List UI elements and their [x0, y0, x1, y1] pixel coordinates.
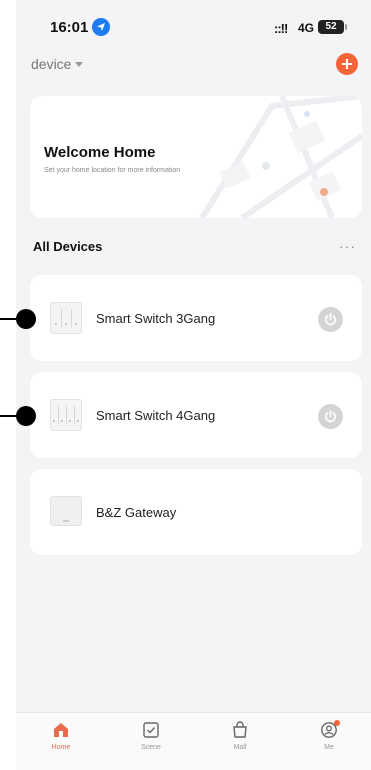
gateway-icon — [50, 496, 82, 526]
tab-mall[interactable]: Mall — [215, 721, 265, 751]
home-selector[interactable]: device — [31, 56, 84, 72]
welcome-card[interactable]: Welcome Home Set your home location for … — [30, 96, 362, 218]
tab-me[interactable]: Me — [304, 720, 354, 751]
scene-icon — [143, 722, 159, 738]
battery-icon: 52 — [318, 20, 347, 34]
shopping-bag-icon — [233, 721, 247, 738]
status-time: 16:01 — [50, 19, 89, 36]
device-card-smart-switch-3gang[interactable]: Smart Switch 3Gang — [30, 275, 362, 361]
switch-3gang-icon — [50, 302, 82, 334]
tab-home[interactable]: Home — [36, 721, 86, 751]
device-name: B&Z Gateway — [96, 505, 177, 520]
section-title: All Devices — [33, 239, 103, 254]
tab-label: Scene — [141, 744, 161, 751]
welcome-subtitle: Set your home location for more informat… — [44, 167, 181, 174]
switch-4gang-icon — [50, 399, 82, 431]
annotation-marker — [0, 406, 36, 426]
caret-down-icon — [75, 61, 84, 67]
tab-label: Me — [324, 744, 334, 751]
power-button[interactable] — [318, 307, 343, 332]
bottom-tab-bar: Home Scene Mall Me — [16, 712, 371, 770]
annotation-marker — [0, 309, 36, 329]
welcome-title: Welcome Home — [44, 144, 156, 161]
location-arrow-icon — [92, 18, 110, 36]
tab-label: Home — [51, 744, 71, 751]
app-screen: 16:01 ::!! 4G 52 device Welcome Home Set… — [16, 0, 371, 769]
tab-scene[interactable]: Scene — [126, 721, 176, 751]
cellular-signal-icon: ::!! — [274, 21, 288, 36]
tab-label: Mall — [233, 744, 247, 751]
add-device-button[interactable] — [336, 53, 358, 75]
power-icon — [325, 313, 336, 326]
power-icon — [325, 410, 336, 423]
device-card-bz-gateway[interactable]: B&Z Gateway — [30, 469, 362, 555]
home-icon — [54, 723, 68, 737]
status-bar: 16:01 ::!! 4G 52 — [16, 16, 371, 42]
device-name: Smart Switch 4Gang — [96, 408, 216, 423]
device-card-smart-switch-4gang[interactable]: Smart Switch 4Gang — [30, 372, 362, 458]
more-options-icon[interactable]: ··· — [339, 238, 356, 254]
device-name: Smart Switch 3Gang — [96, 311, 216, 326]
map-illustration — [199, 96, 362, 218]
notification-badge — [334, 720, 340, 726]
power-button[interactable] — [318, 404, 343, 429]
home-selector-label: device — [31, 56, 72, 72]
network-type: 4G — [298, 21, 315, 35]
